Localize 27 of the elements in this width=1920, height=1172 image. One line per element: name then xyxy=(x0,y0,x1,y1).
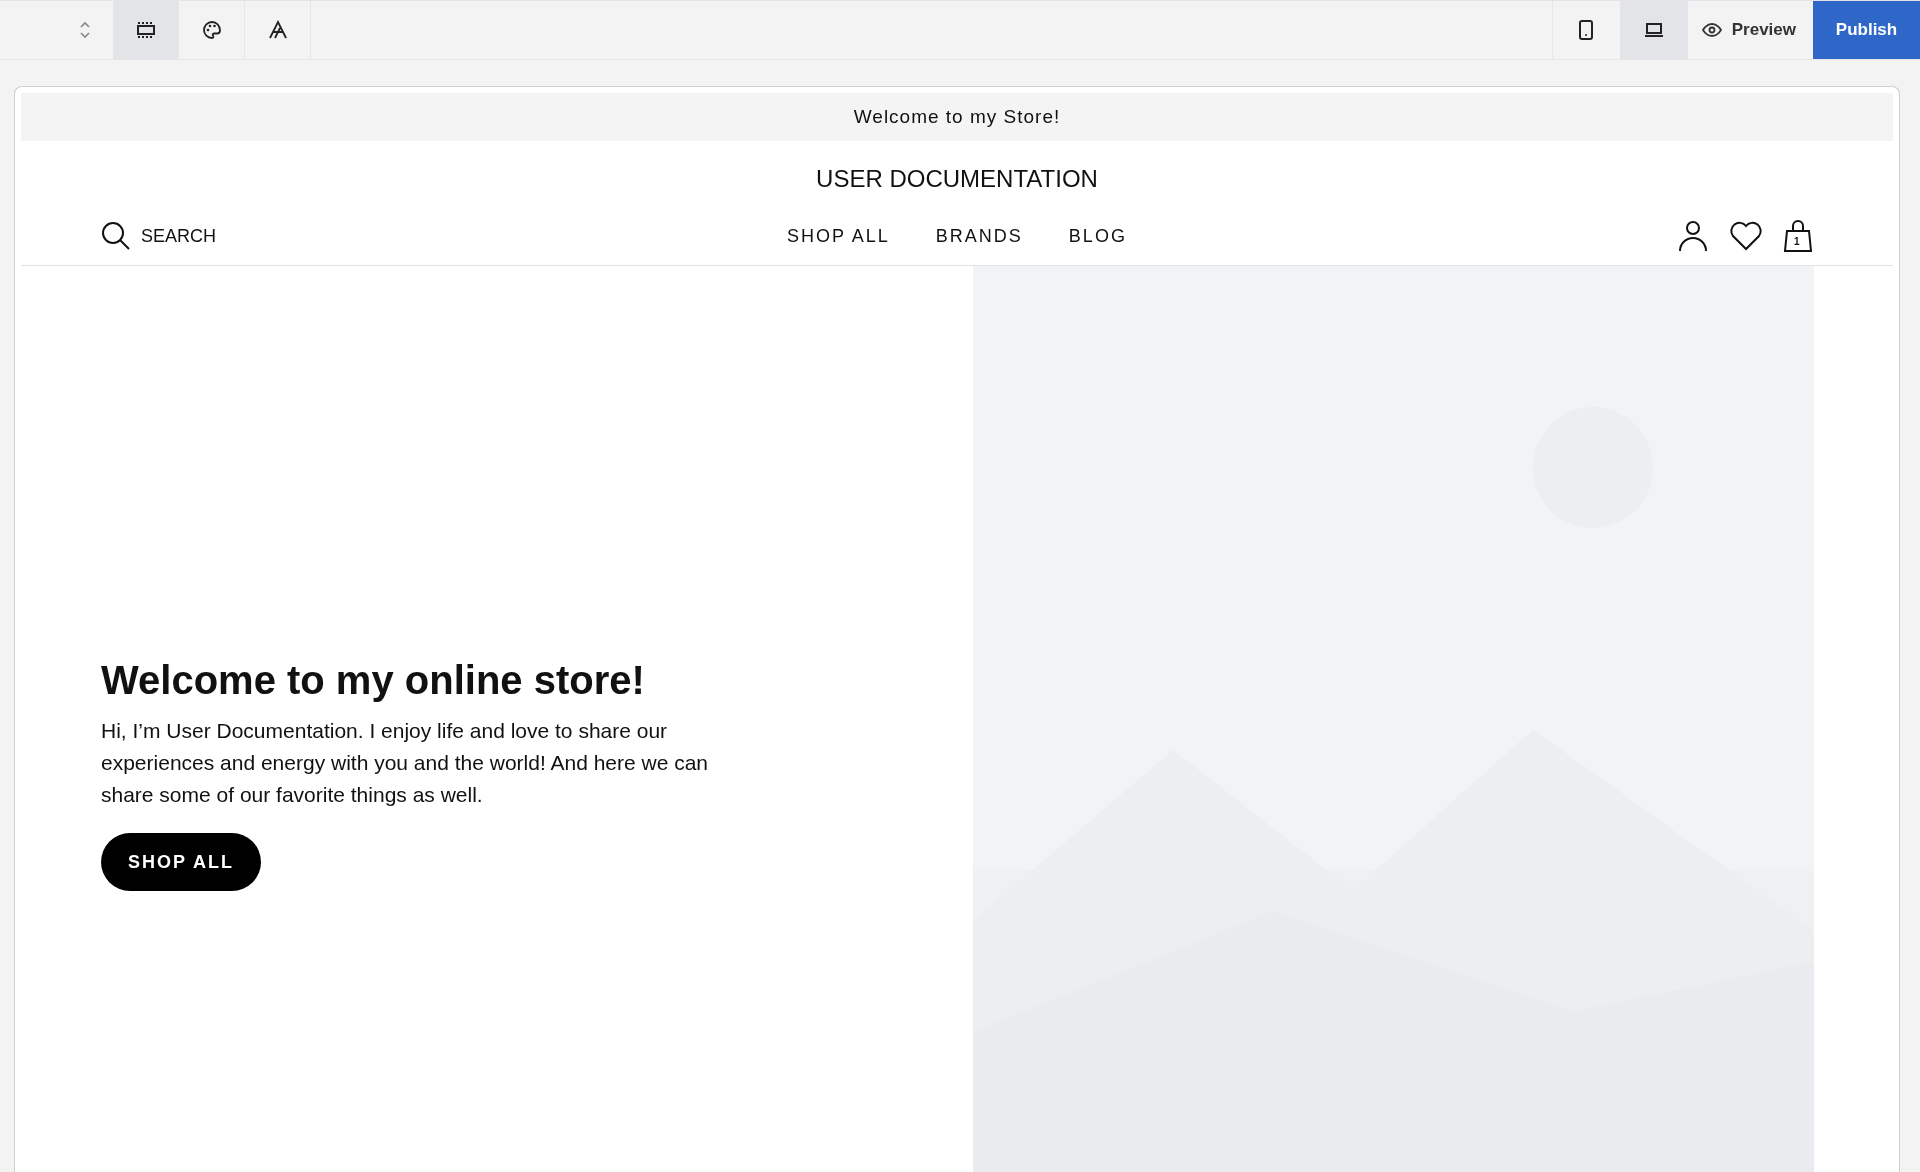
hero-heading: Welcome to my online store! xyxy=(101,658,646,703)
phone-icon xyxy=(1579,20,1594,40)
device-toggle[interactable] xyxy=(1619,1,1688,59)
nav-link[interactable]: BRANDS xyxy=(935,225,1023,247)
wishlist-button[interactable] xyxy=(1729,221,1763,251)
announcement-bar: Welcome to my Store! xyxy=(21,93,1893,141)
cart-count: 1 xyxy=(1794,236,1800,247)
cart-button[interactable]: 1 xyxy=(1783,220,1813,252)
store-title[interactable]: USER DOCUMENTATION xyxy=(21,165,1893,193)
palette-icon xyxy=(201,20,222,40)
search-icon xyxy=(101,221,131,251)
font-icon xyxy=(267,20,288,40)
bag-icon xyxy=(1783,220,1813,252)
search-link[interactable]: SEARCH xyxy=(101,221,216,251)
toolbar-tool[interactable] xyxy=(113,1,179,59)
account-button[interactable] xyxy=(1677,220,1709,252)
eye-icon xyxy=(1701,23,1722,37)
heart-icon xyxy=(1729,221,1763,251)
laptop-icon xyxy=(1643,22,1664,38)
nav-link[interactable]: BLOG xyxy=(1068,225,1127,247)
sections-icon xyxy=(136,22,156,38)
chevron-updown-icon xyxy=(79,21,91,39)
person-icon xyxy=(1677,220,1709,252)
publish-button[interactable]: Publish xyxy=(1813,1,1920,59)
nav-link[interactable]: SHOP ALL xyxy=(787,225,890,247)
shop-all-button[interactable]: SHOP ALL xyxy=(101,833,261,891)
hero-text: Hi, I’m User Documentation. I enjoy life and love to share our experiences and energy with you and the world! And here we can share some of our favorite things as well. xyxy=(101,718,710,808)
